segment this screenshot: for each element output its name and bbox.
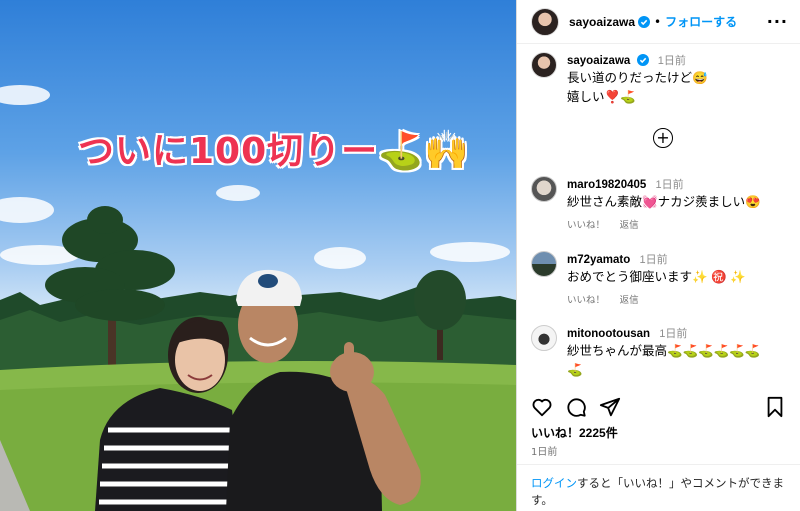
author-avatar[interactable]	[531, 7, 559, 36]
more-icon[interactable]: ···	[767, 12, 788, 31]
comment-username[interactable]: mitonootousan	[567, 328, 650, 340]
login-link[interactable]: ログイン	[531, 478, 577, 490]
verified-icon	[636, 54, 649, 66]
comment-text: 紗世さん素敵💓ナカジ羨ましい😍	[567, 195, 761, 209]
comment-item: maro19820405 1日前 紗世さん素敵💓ナカジ羨ましい😍 いいね！ 返信	[517, 176, 800, 231]
comment-like-button[interactable]: いいね！	[567, 220, 605, 231]
divider	[517, 464, 800, 465]
verified-icon	[638, 15, 651, 28]
header-separator: •	[654, 14, 662, 29]
comments-list: sayoaizawa 1日前 長い道のりだったけど😅 嬉しい❣️⛳	[517, 52, 800, 106]
add-comment-icon[interactable]: +	[653, 128, 673, 148]
comment-time: 1日前	[655, 179, 684, 191]
comment-item: m72yamato 1日前 おめでとう御座います✨ ㊗️ ✨ いいね！ 返信	[517, 251, 800, 306]
caption-avatar[interactable]	[531, 52, 557, 78]
comment-username[interactable]: m72yamato	[567, 254, 630, 266]
comment-text-line-1: 紗世ちゃんが最高⛳⛳⛳⛳⛳⛳	[567, 344, 761, 358]
photo-overlay-text: ついに100切りー⛳🙌	[78, 131, 470, 172]
comment-text: おめでとう御座います✨ ㊗️ ✨	[567, 270, 746, 284]
comment-like-button[interactable]: いいね！	[567, 295, 605, 306]
author-username[interactable]: sayoaizawa	[569, 15, 635, 29]
post-side-panel: sayoaizawa • フォローする ··· sayoaizawa 1日前 長…	[516, 0, 800, 511]
likes-count[interactable]: いいね！2225件	[531, 424, 618, 441]
post-photo: ついに100切りー⛳🙌	[0, 0, 516, 511]
bookmark-icon[interactable]	[764, 396, 786, 418]
post-header: sayoaizawa • フォローする ···	[517, 0, 800, 44]
caption-line-2: 嬉しい❣️⛳	[567, 90, 636, 104]
commenter-avatar[interactable]	[531, 251, 557, 277]
golf-course-illustration	[0, 85, 516, 511]
post-actions	[531, 396, 786, 418]
commenter-avatar[interactable]	[531, 325, 557, 351]
commenter-avatar[interactable]	[531, 176, 557, 202]
posted-time: 1日前	[531, 447, 558, 458]
follow-button[interactable]: フォローする	[665, 13, 737, 30]
comment-icon[interactable]	[565, 396, 587, 418]
caption-line-1: 長い道のりだったけど😅	[567, 71, 708, 85]
comment-username[interactable]: maro19820405	[567, 179, 646, 191]
comment-reply-button[interactable]: 返信	[620, 295, 639, 306]
share-icon[interactable]	[599, 396, 621, 418]
comment-item: mitonootousan 1日前 紗世ちゃんが最高⛳⛳⛳⛳⛳⛳ ⛳	[517, 325, 800, 379]
comment-text-line-2: ⛳	[567, 363, 583, 377]
login-prompt: ログインすると「いいね！」やコメントができます。	[531, 476, 790, 510]
caption-time: 1日前	[657, 55, 686, 67]
comment-time: 1日前	[659, 328, 688, 340]
caption: sayoaizawa 1日前 長い道のりだったけど😅 嬉しい❣️⛳	[517, 52, 800, 106]
comment-time: 1日前	[639, 254, 668, 266]
heart-icon[interactable]	[531, 396, 553, 418]
caption-username[interactable]: sayoaizawa	[567, 55, 630, 67]
comment-reply-button[interactable]: 返信	[620, 220, 639, 231]
